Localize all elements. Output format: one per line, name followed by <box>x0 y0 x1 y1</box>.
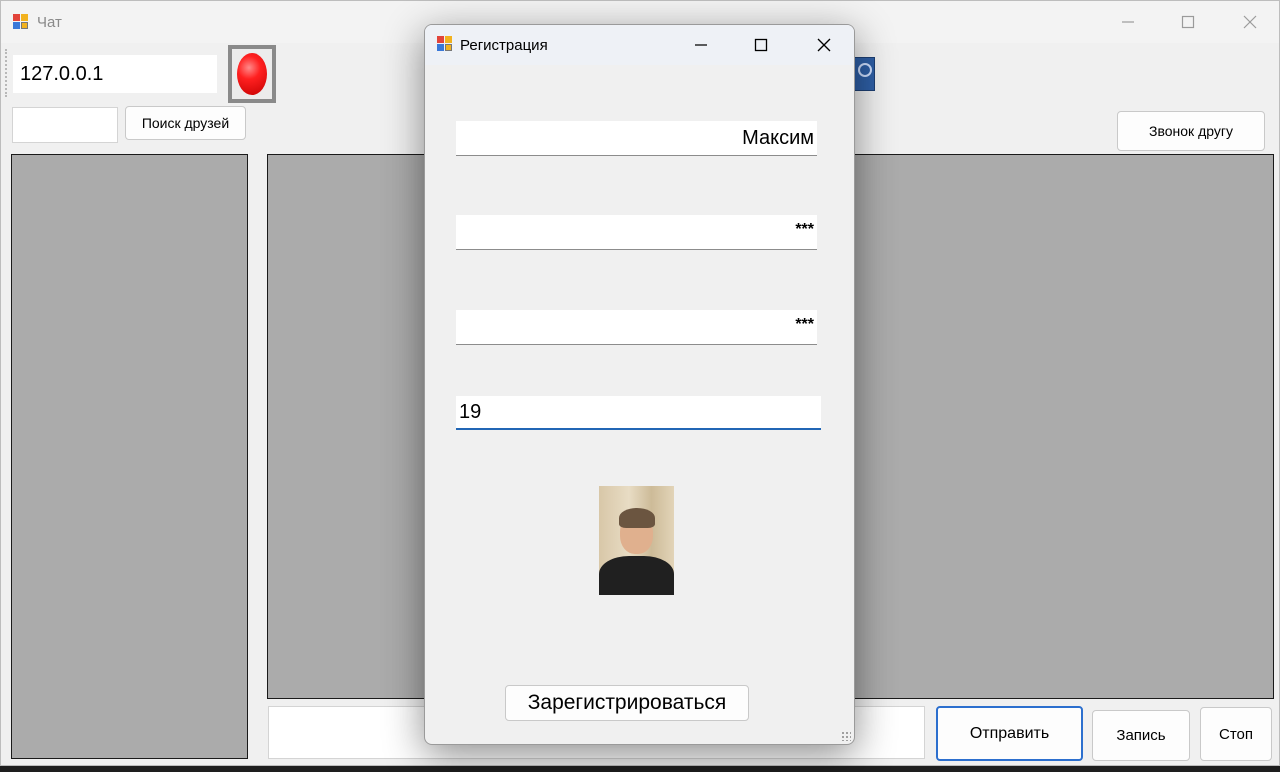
call-friend-button[interactable]: Звонок другу <box>1117 111 1265 151</box>
resize-grip-icon[interactable] <box>841 731 851 741</box>
window-title: Чат <box>37 14 62 31</box>
age-field[interactable] <box>456 396 821 430</box>
password-confirm-field[interactable]: *** <box>456 310 817 345</box>
maximize-icon <box>754 38 768 52</box>
dialog-minimize-button[interactable] <box>670 25 732 65</box>
dialog-close-button[interactable] <box>793 25 854 65</box>
send-button[interactable]: Отправить <box>936 706 1083 761</box>
dialog-maximize-button[interactable] <box>730 25 792 65</box>
record-button[interactable]: Запись <box>1092 710 1190 761</box>
close-icon <box>1243 15 1257 29</box>
register-button[interactable]: Зарегистрироваться <box>505 685 749 721</box>
friends-list[interactable] <box>11 154 248 759</box>
stop-button[interactable]: Стоп <box>1200 707 1272 761</box>
minimize-icon <box>695 44 707 46</box>
minimize-icon <box>1122 21 1134 23</box>
password-field[interactable]: *** <box>456 215 817 250</box>
registration-dialog: Регистрация *** *** Зарегистрироваться <box>424 24 855 745</box>
server-ip-input[interactable] <box>13 55 217 93</box>
friend-search-input[interactable] <box>12 107 118 143</box>
dialog-title: Регистрация <box>460 37 548 54</box>
search-tool-icon[interactable] <box>853 57 875 91</box>
status-light-icon <box>237 53 267 95</box>
maximize-button[interactable] <box>1157 1 1219 43</box>
dialog-app-icon <box>437 36 453 52</box>
minimize-button[interactable] <box>1097 1 1159 43</box>
avatar-photo[interactable] <box>599 486 674 595</box>
close-icon <box>817 38 831 52</box>
app-icon <box>13 14 29 30</box>
maximize-icon <box>1181 15 1195 29</box>
dialog-titlebar: Регистрация <box>425 25 854 65</box>
close-button[interactable] <box>1219 1 1280 43</box>
find-friends-button[interactable]: Поиск друзей <box>125 106 246 140</box>
name-field[interactable] <box>456 121 817 156</box>
connection-status-indicator[interactable] <box>228 45 276 103</box>
toolbar-grip[interactable] <box>5 49 8 97</box>
